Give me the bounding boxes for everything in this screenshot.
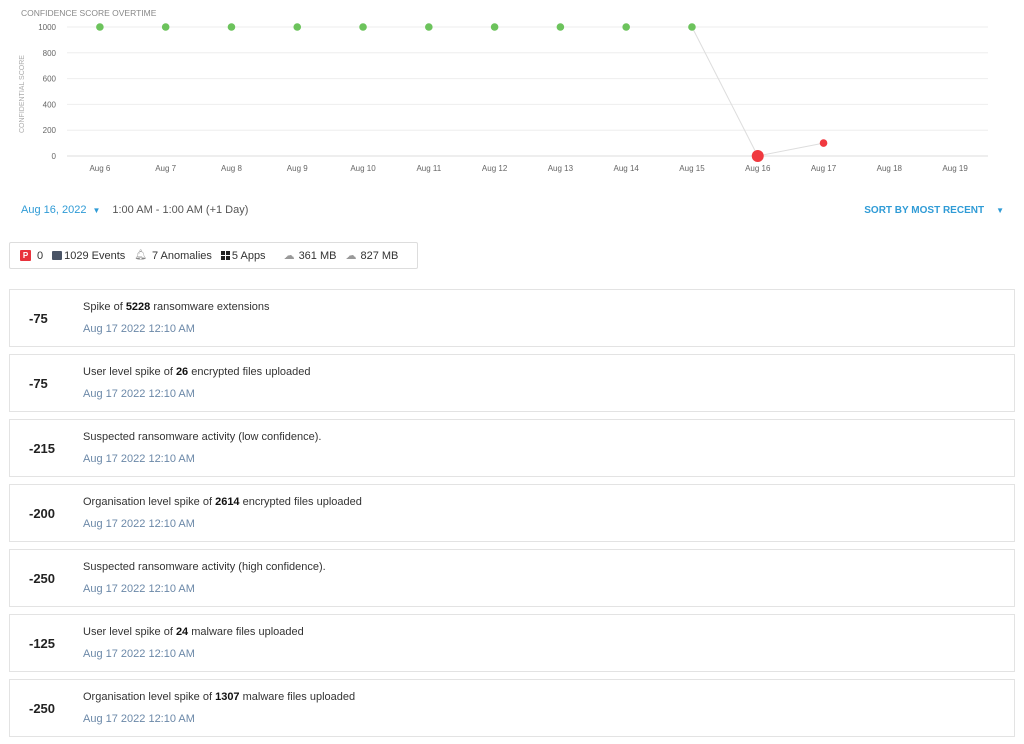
anomaly-card[interactable]: -215 Suspected ransomware activity (low … <box>9 419 1015 477</box>
date-picker[interactable]: Aug 16, 2022 ▼ <box>21 204 100 216</box>
anomaly-description: Organisation level spike of 2614 encrypt… <box>83 496 362 508</box>
stat-p: P 0 <box>20 250 43 262</box>
x-tick-label: Aug 11 <box>416 164 441 173</box>
anomaly-timestamp: Aug 17 2022 12:10 AM <box>83 323 195 335</box>
data-point[interactable] <box>96 23 104 31</box>
y-tick-label: 0 <box>52 152 57 161</box>
anomaly-description: Suspected ransomware activity (low confi… <box>83 431 322 443</box>
anomaly-list: -75 Spike of 5228 ransomware extensions … <box>9 289 1015 744</box>
y-tick-label: 200 <box>43 126 57 135</box>
cloud-download-icon: ☁ <box>345 250 357 262</box>
apps-count: 5 Apps <box>231 249 266 262</box>
stat-anomalies: 🔔︎ 7 Anomalies <box>134 250 212 262</box>
y-tick-label: 800 <box>43 49 57 58</box>
anomaly-description: User level spike of 24 malware files upl… <box>83 626 304 638</box>
y-tick-label: 1000 <box>38 23 56 32</box>
data-point[interactable] <box>490 23 499 31</box>
anomaly-score: -250 <box>29 700 56 716</box>
anomaly-card[interactable]: -250 Organisation level spike of 1307 ma… <box>9 679 1015 737</box>
caret-down-icon: ▼ <box>996 206 1004 215</box>
anomaly-score: -125 <box>29 635 56 651</box>
y-tick-label: 400 <box>43 100 57 109</box>
anomaly-timestamp: Aug 17 2022 12:10 AM <box>83 583 195 595</box>
caret-down-icon: ▼ <box>92 205 101 215</box>
anomaly-timestamp: Aug 17 2022 12:10 AM <box>83 388 195 400</box>
x-tick-label: Aug 9 <box>287 164 308 173</box>
x-tick-label: Aug 8 <box>221 164 242 173</box>
confidence-chart: CONFIDENCE SCORE OVERTIME CONFIDENTIAL S… <box>19 8 988 173</box>
data-point[interactable] <box>688 23 696 31</box>
data-point[interactable] <box>161 23 170 31</box>
anomalies-count: 7 Anomalies <box>151 249 212 262</box>
bell-icon: 🔔︎ <box>134 250 147 261</box>
time-range: 1:00 AM - 1:00 AM (+1 Day) <box>112 204 249 216</box>
x-tick-label: Aug 19 <box>942 164 968 173</box>
anomaly-score: -250 <box>29 570 56 586</box>
stats-bar: P 0 1029 Events 🔔︎ 7 Anomalies 5 Apps ☁ … <box>9 242 418 269</box>
events-count: 1029 Events <box>64 249 126 262</box>
apps-grid-icon <box>220 251 230 260</box>
p-badge-icon: P <box>20 250 31 261</box>
chart-title: CONFIDENCE SCORE OVERTIME <box>21 8 157 18</box>
anomaly-score: -200 <box>29 505 56 521</box>
x-tick-label: Aug 17 <box>811 164 837 173</box>
series-line <box>691 26 759 157</box>
anomaly-score: -215 <box>29 440 56 456</box>
anomaly-card[interactable]: -75 Spike of 5228 ransomware extensions … <box>9 289 1015 347</box>
anomaly-description: Spike of 5228 ransomware extensions <box>83 301 270 313</box>
download-size: 827 MB <box>360 249 399 262</box>
data-point[interactable] <box>359 23 367 31</box>
series-line <box>757 142 824 157</box>
x-tick-label: Aug 7 <box>155 164 176 173</box>
anomaly-timestamp: Aug 17 2022 12:10 AM <box>83 453 195 465</box>
anomaly-description: User level spike of 26 encrypted files u… <box>83 366 311 378</box>
data-point[interactable] <box>293 23 302 31</box>
anomaly-card[interactable]: -125 User level spike of 24 malware file… <box>9 614 1015 672</box>
data-point[interactable] <box>622 23 630 31</box>
stat-download: ☁ 827 MB <box>345 249 399 263</box>
anomaly-timestamp: Aug 17 2022 12:10 AM <box>83 713 195 725</box>
sort-dropdown[interactable]: SORT BY MOST RECENT ▼ <box>864 205 1004 216</box>
date-value: Aug 16, 2022 <box>21 204 87 216</box>
stat-events: 1029 Events <box>52 250 125 262</box>
anomaly-description: Organisation level spike of 1307 malware… <box>83 691 356 703</box>
x-tick-label: Aug 15 <box>679 164 705 173</box>
x-tick-label: Aug 6 <box>89 164 110 173</box>
data-point[interactable] <box>819 139 828 147</box>
y-tick-label: 600 <box>43 75 57 84</box>
x-tick-label: Aug 18 <box>877 164 903 173</box>
data-point[interactable] <box>751 150 764 162</box>
anomaly-card[interactable]: -200 Organisation level spike of 2614 en… <box>9 484 1015 542</box>
anomaly-timestamp: Aug 17 2022 12:10 AM <box>83 518 195 530</box>
sort-label: SORT BY MOST RECENT <box>864 205 985 216</box>
stat-upload: ☁ 361 MB <box>283 249 337 263</box>
x-tick-label: Aug 12 <box>482 164 508 173</box>
x-tick-label: Aug 14 <box>613 164 639 173</box>
anomaly-timestamp: Aug 17 2022 12:10 AM <box>83 648 195 660</box>
anomaly-score: -75 <box>29 310 48 326</box>
data-point[interactable] <box>556 23 565 31</box>
calendar-icon <box>52 251 63 260</box>
data-point[interactable] <box>425 23 433 31</box>
p-count: 0 <box>37 249 44 262</box>
data-point[interactable] <box>227 23 236 31</box>
anomaly-score: -75 <box>29 375 48 391</box>
x-tick-label: Aug 16 <box>745 164 771 173</box>
upload-size: 361 MB <box>298 249 337 262</box>
x-tick-label: Aug 13 <box>548 164 574 173</box>
anomaly-card[interactable]: -75 User level spike of 26 encrypted fil… <box>9 354 1015 412</box>
x-tick-label: Aug 10 <box>350 164 376 173</box>
stat-apps: 5 Apps <box>220 249 266 262</box>
y-axis-label: CONFIDENTIAL SCORE <box>19 55 26 133</box>
anomaly-card[interactable]: -250 Suspected ransomware activity (high… <box>9 549 1015 607</box>
cloud-upload-icon: ☁ <box>283 250 295 262</box>
anomaly-description: Suspected ransomware activity (high conf… <box>83 561 326 573</box>
